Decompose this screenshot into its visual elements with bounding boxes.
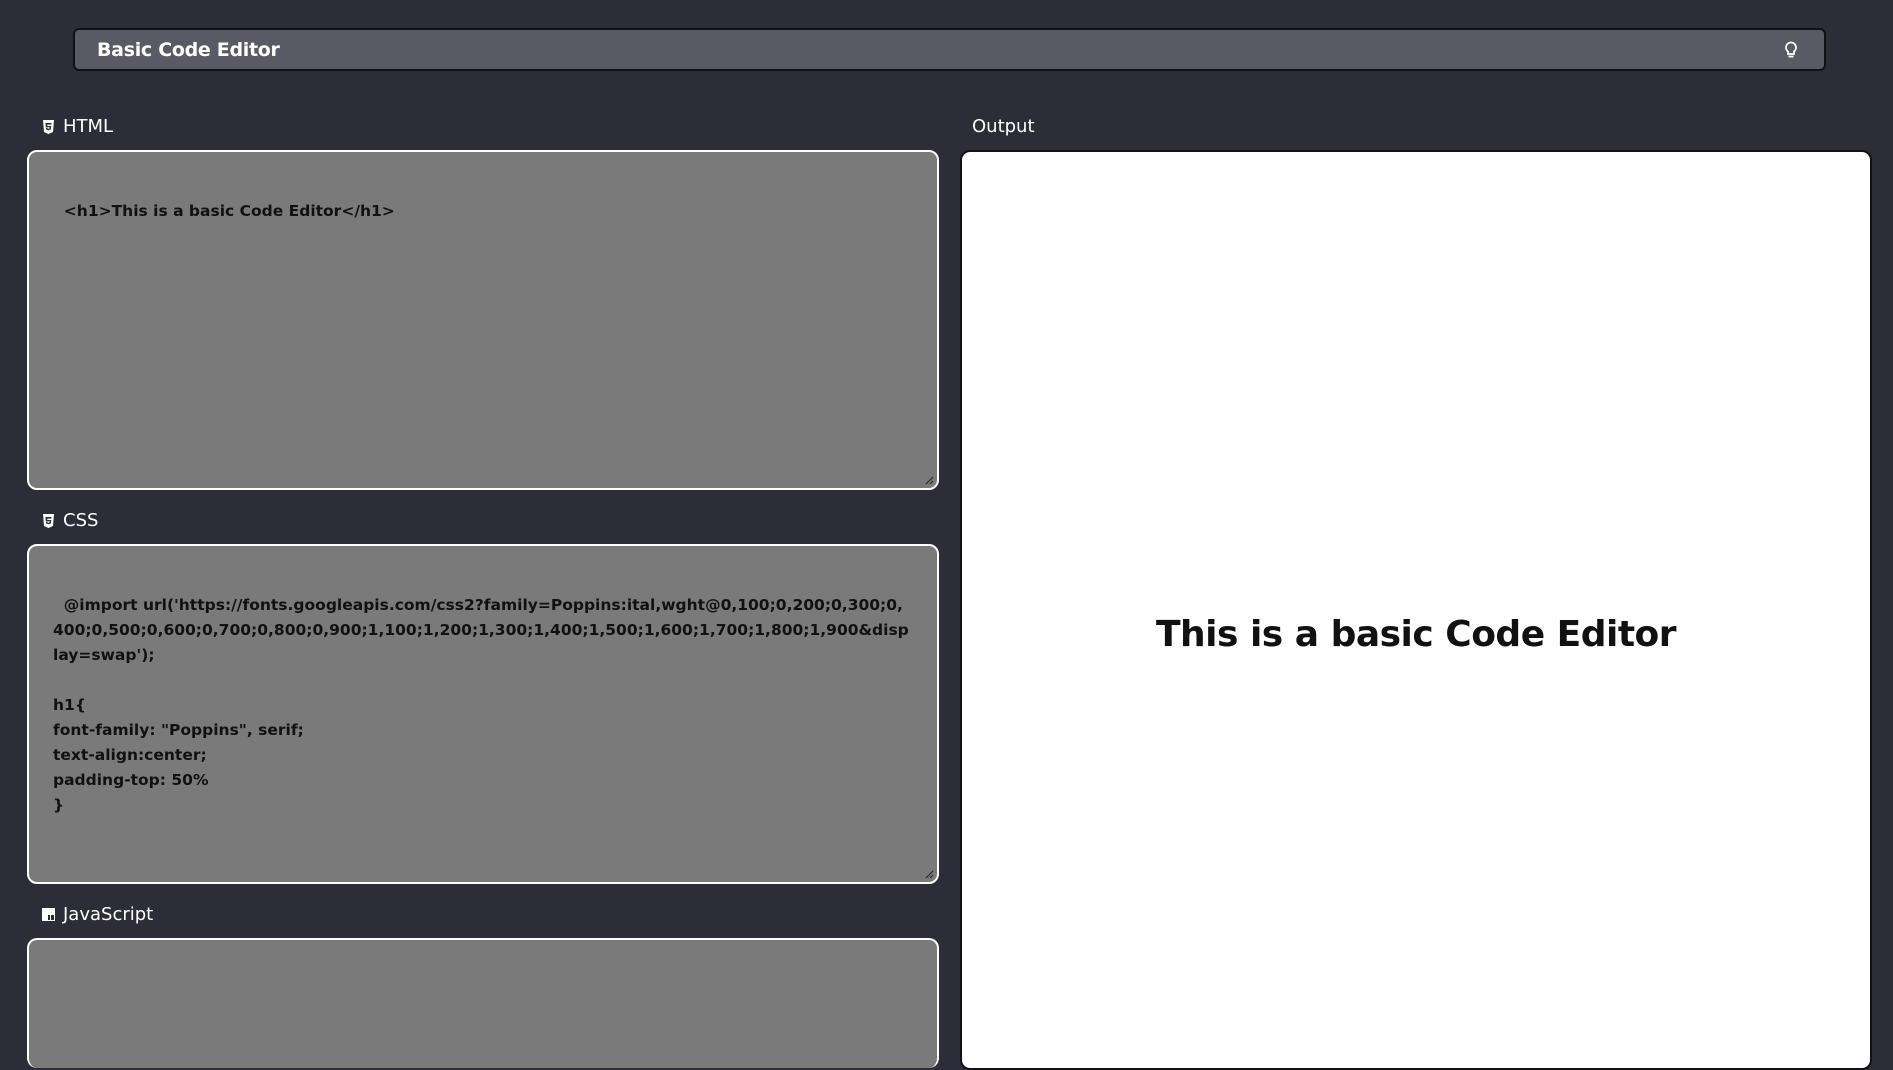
- css-panel-label: CSS: [42, 510, 98, 531]
- app-title: Basic Code Editor: [97, 38, 280, 61]
- css3-icon: [42, 513, 55, 528]
- resize-grip-icon[interactable]: [924, 869, 934, 879]
- html-editor[interactable]: <h1>This is a basic Code Editor</h1>: [27, 150, 939, 490]
- output-panel-label: Output: [972, 116, 1035, 137]
- resize-grip-icon[interactable]: [924, 475, 934, 485]
- html-panel-label: HTML: [42, 116, 113, 137]
- javascript-icon: [42, 907, 55, 922]
- js-editor[interactable]: [27, 938, 939, 1068]
- app-header: Basic Code Editor: [73, 28, 1826, 71]
- html5-icon: [42, 119, 55, 134]
- html-label-text: HTML: [63, 116, 114, 137]
- css-label-text: CSS: [63, 510, 99, 531]
- html-code[interactable]: <h1>This is a basic Code Editor</h1>: [64, 202, 395, 220]
- lightbulb-icon[interactable]: [1782, 40, 1800, 60]
- js-panel-label: JavaScript: [42, 904, 153, 925]
- css-editor[interactable]: @import url('https://fonts.googleapis.co…: [27, 544, 939, 884]
- css-code[interactable]: @import url('https://fonts.googleapis.co…: [53, 596, 909, 814]
- output-preview: This is a basic Code Editor: [960, 150, 1872, 1070]
- js-label-text: JavaScript: [63, 904, 154, 925]
- output-heading: This is a basic Code Editor: [1155, 614, 1677, 655]
- output-label-text: Output: [972, 116, 1035, 137]
